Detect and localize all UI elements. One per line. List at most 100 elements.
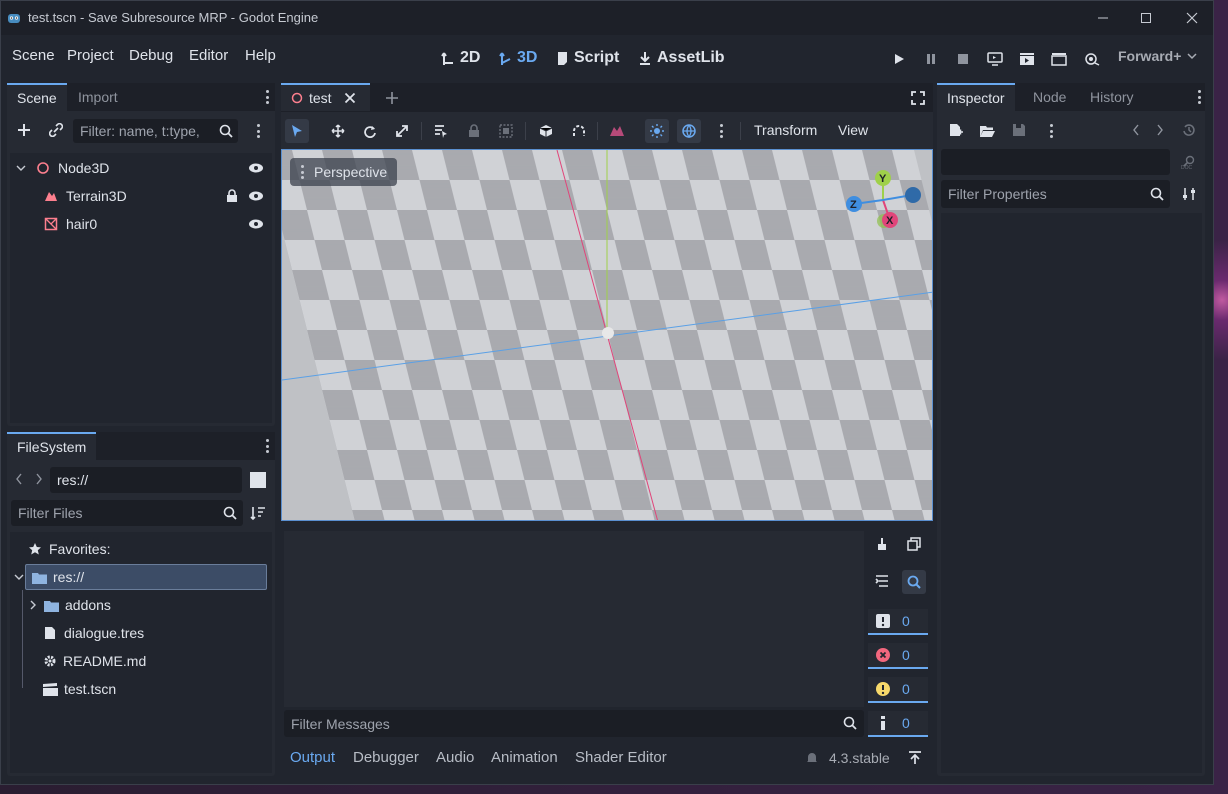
chevron-down-icon[interactable] <box>16 163 26 173</box>
bottom-tab-debugger[interactable]: Debugger <box>353 749 419 766</box>
instance-scene-button[interactable] <box>45 119 67 141</box>
toggle-preview-environment-button[interactable] <box>677 119 701 143</box>
inspector-dock-menu-icon[interactable] <box>1197 90 1201 104</box>
workspace-assetlib-button[interactable]: AssetLib <box>638 49 725 67</box>
open-resource-button[interactable] <box>976 119 998 141</box>
play-scene-button[interactable] <box>1017 50 1037 68</box>
axis-gizmo[interactable]: Y Z X <box>838 164 928 244</box>
menu-editor[interactable]: Editor <box>189 47 228 64</box>
tab-filesystem[interactable]: FileSystem <box>7 432 97 460</box>
pause-button[interactable] <box>921 50 941 68</box>
terrain-tools-button[interactable] <box>605 119 629 143</box>
renderer-selector[interactable]: Forward+ <box>1118 48 1197 64</box>
scene-tree-options-icon[interactable] <box>256 124 260 138</box>
collapse-duplicates-button[interactable] <box>871 570 893 592</box>
tree-node-node3d[interactable]: Node3D <box>16 155 268 181</box>
filter-properties-input[interactable]: Filter Properties <box>941 180 1170 208</box>
visibility-eye-icon[interactable] <box>248 218 264 230</box>
new-scene-tab-button[interactable] <box>381 87 403 109</box>
tree-node-terrain3d[interactable]: Terrain3D <box>16 183 268 209</box>
tab-inspector[interactable]: Inspector <box>937 83 1015 111</box>
visibility-eye-icon[interactable] <box>248 162 264 174</box>
save-resource-button[interactable] <box>1008 119 1030 141</box>
play-custom-scene-button[interactable] <box>1049 50 1069 68</box>
toggle-info-button[interactable]: 0 <box>868 711 928 737</box>
menu-scene[interactable]: Scene <box>12 47 55 64</box>
tree-row-readme[interactable]: README.md <box>43 648 146 674</box>
view-menu[interactable]: View <box>838 122 868 138</box>
lock-selected-button[interactable] <box>462 119 486 143</box>
toggle-split-button[interactable] <box>247 469 269 491</box>
history-forward-button[interactable] <box>1149 119 1171 141</box>
filesystem-dock-menu-icon[interactable] <box>265 439 269 453</box>
3d-viewport[interactable]: Perspective Y Z X <box>281 149 933 521</box>
show-search-button[interactable] <box>902 570 926 594</box>
bottom-tab-output[interactable]: Output <box>290 749 335 766</box>
chevron-down-icon[interactable] <box>14 572 24 582</box>
minimize-button[interactable] <box>1088 7 1118 29</box>
perspective-menu-button[interactable]: Perspective <box>290 158 398 186</box>
toggle-errors-total-button[interactable]: 0 <box>868 609 928 635</box>
menu-help[interactable]: Help <box>245 47 276 64</box>
move-mode-button[interactable] <box>326 119 350 143</box>
tree-row-dialogue[interactable]: dialogue.tres <box>44 620 144 646</box>
bottom-tab-animation[interactable]: Animation <box>491 749 558 766</box>
lock-icon[interactable] <box>226 189 238 203</box>
add-node-button[interactable] <box>13 119 35 141</box>
toggle-errors-button[interactable]: 0 <box>868 643 928 669</box>
menu-project[interactable]: Project <box>67 47 114 64</box>
forward-button[interactable] <box>31 468 47 490</box>
preview-settings-icon[interactable] <box>719 124 723 138</box>
tab-node[interactable]: Node <box>1023 83 1076 111</box>
rotate-mode-button[interactable] <box>358 119 382 143</box>
path-input[interactable]: res:// <box>50 467 242 493</box>
bell-icon[interactable] <box>805 751 819 765</box>
toggle-warnings-button[interactable]: 0 <box>868 677 928 703</box>
group-selected-button[interactable] <box>494 119 518 143</box>
filter-files-input[interactable]: Filter Files <box>11 500 243 526</box>
object-selector[interactable] <box>941 149 1170 175</box>
menu-debug[interactable]: Debug <box>129 47 173 64</box>
tab-import[interactable]: Import <box>68 83 128 111</box>
tree-row-res-root[interactable]: res:// <box>14 564 267 590</box>
transform-menu[interactable]: Transform <box>754 122 817 138</box>
use-snap-button[interactable] <box>567 119 591 143</box>
copy-log-button[interactable] <box>903 533 925 555</box>
object-history-button[interactable] <box>1178 119 1200 141</box>
sort-button[interactable] <box>247 502 269 524</box>
new-resource-button[interactable] <box>945 119 967 141</box>
inspector-options-icon[interactable] <box>1049 124 1053 138</box>
select-mode-button[interactable] <box>285 119 309 143</box>
distraction-free-button[interactable] <box>907 87 929 109</box>
inspector-tools-button[interactable] <box>1178 183 1200 205</box>
scale-mode-button[interactable] <box>390 119 414 143</box>
tab-history[interactable]: History <box>1080 83 1144 111</box>
tree-row-addons[interactable]: addons <box>28 592 111 618</box>
workspace-2d-button[interactable]: 2D <box>441 49 480 67</box>
toggle-preview-sun-button[interactable] <box>645 119 669 143</box>
open-docs-button[interactable]: DOC <box>1178 151 1200 173</box>
close-window-button[interactable] <box>1177 7 1207 29</box>
remote-debug-button[interactable] <box>985 50 1005 68</box>
scene-dock-menu-icon[interactable] <box>265 90 269 104</box>
scene-tab-test[interactable]: test <box>281 83 370 111</box>
scene-filter-input[interactable]: Filter: name, t:type, <box>73 119 238 143</box>
filter-messages-input[interactable]: Filter Messages <box>284 710 864 737</box>
workspace-3d-button[interactable]: 3D <box>498 49 537 67</box>
tab-scene[interactable]: Scene <box>7 83 67 111</box>
bottom-tab-audio[interactable]: Audio <box>436 749 474 766</box>
workspace-script-button[interactable]: Script <box>555 49 619 67</box>
list-select-button[interactable] <box>429 119 453 143</box>
chevron-right-icon[interactable] <box>28 600 38 610</box>
use-local-space-button[interactable] <box>534 119 558 143</box>
history-back-button[interactable] <box>1125 119 1147 141</box>
bottom-tab-shader-editor[interactable]: Shader Editor <box>575 749 667 766</box>
expand-bottom-panel-icon[interactable] <box>908 751 922 765</box>
back-button[interactable] <box>11 468 27 490</box>
stop-button[interactable] <box>953 50 973 68</box>
tree-row-test-tscn[interactable]: test.tscn <box>43 676 116 702</box>
tree-node-hair0[interactable]: hair0 <box>16 211 268 237</box>
output-log-area[interactable] <box>284 531 864 707</box>
clear-log-button[interactable] <box>871 533 893 555</box>
favorites-row[interactable]: Favorites: <box>28 536 110 562</box>
